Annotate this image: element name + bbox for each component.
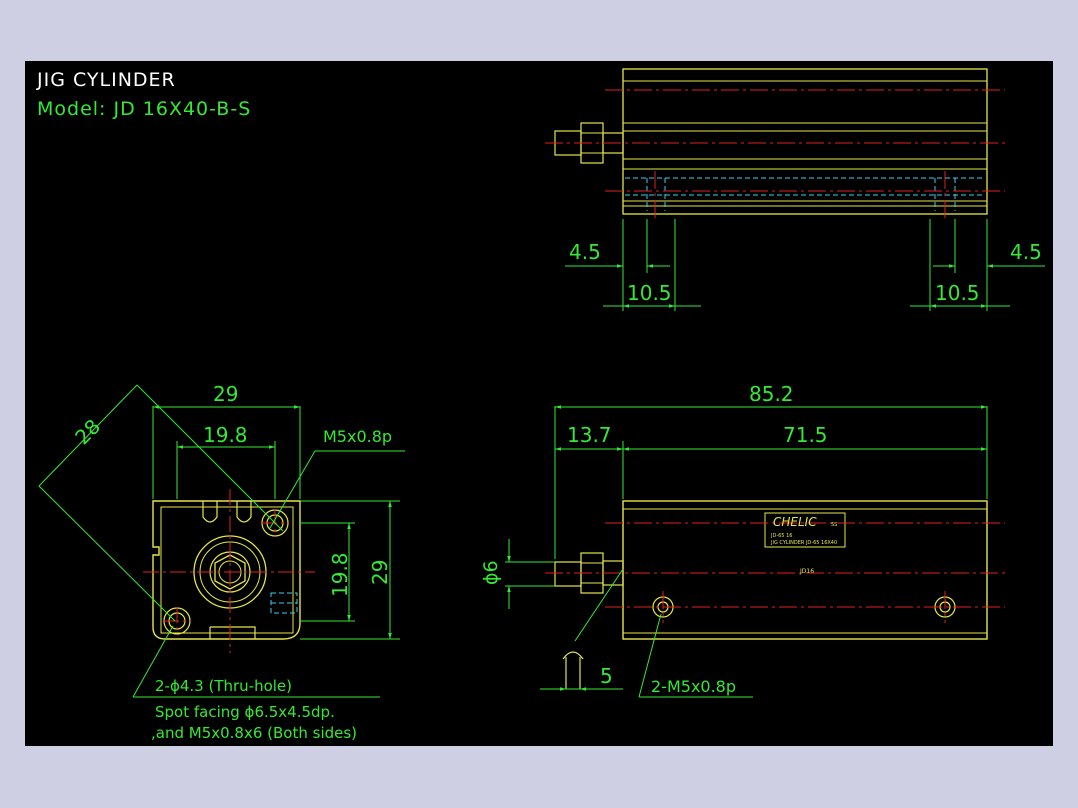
cad-viewer: JIG CYLINDER Model: JD 16X40-B-S 4.5 4.5… xyxy=(0,0,1078,808)
dim-front-height-inner: 19.8 xyxy=(328,552,352,597)
dim-side-thread: 5 xyxy=(600,664,613,688)
dim-front-diag: 28 xyxy=(70,414,105,449)
dim-side-rod-dia: ϕ6 xyxy=(480,560,502,585)
top-view xyxy=(545,68,1045,311)
dim-side-body: 71.5 xyxy=(783,423,828,447)
cad-drawing: 4.5 4.5 10.5 10.5 29 19.8 28 M5x0.8p 19.… xyxy=(38,68,1045,742)
dim-top-left-offset: 4.5 xyxy=(569,240,601,264)
side-view xyxy=(505,405,1005,698)
dim-top-right-offset: 4.5 xyxy=(1010,240,1042,264)
body-mark: JD16 xyxy=(799,568,814,575)
label-plate-suffix: SS xyxy=(831,522,837,528)
dim-side-rod: 13.7 xyxy=(567,423,612,447)
dim-top-right-width: 10.5 xyxy=(935,281,980,305)
label-plate-brand: CHELIC xyxy=(773,515,817,529)
note-thread: ,and M5x0.8x6 (Both sides) xyxy=(151,724,357,742)
dim-front-width: 29 xyxy=(213,382,238,406)
dim-front-inner-width: 19.8 xyxy=(203,423,248,447)
dim-side-port: 2-M5x0.8p xyxy=(651,677,736,696)
dim-front-port: M5x0.8p xyxy=(323,427,392,446)
note-spot-facing: Spot facing ϕ6.5x4.5dp. xyxy=(155,703,335,721)
note-hole: 2-ϕ4.3 (Thru-hole) xyxy=(155,677,292,695)
label-plate-line1: JD-65 16 xyxy=(770,533,792,539)
dim-top-left-width: 10.5 xyxy=(627,281,672,305)
drawing-canvas[interactable]: JIG CYLINDER Model: JD 16X40-B-S 4.5 4.5… xyxy=(25,61,1053,746)
dim-side-total: 85.2 xyxy=(749,382,794,406)
label-plate-line2: JIG CYLINDER JD-65 16X40 xyxy=(770,540,837,546)
dim-front-height: 29 xyxy=(368,560,392,585)
